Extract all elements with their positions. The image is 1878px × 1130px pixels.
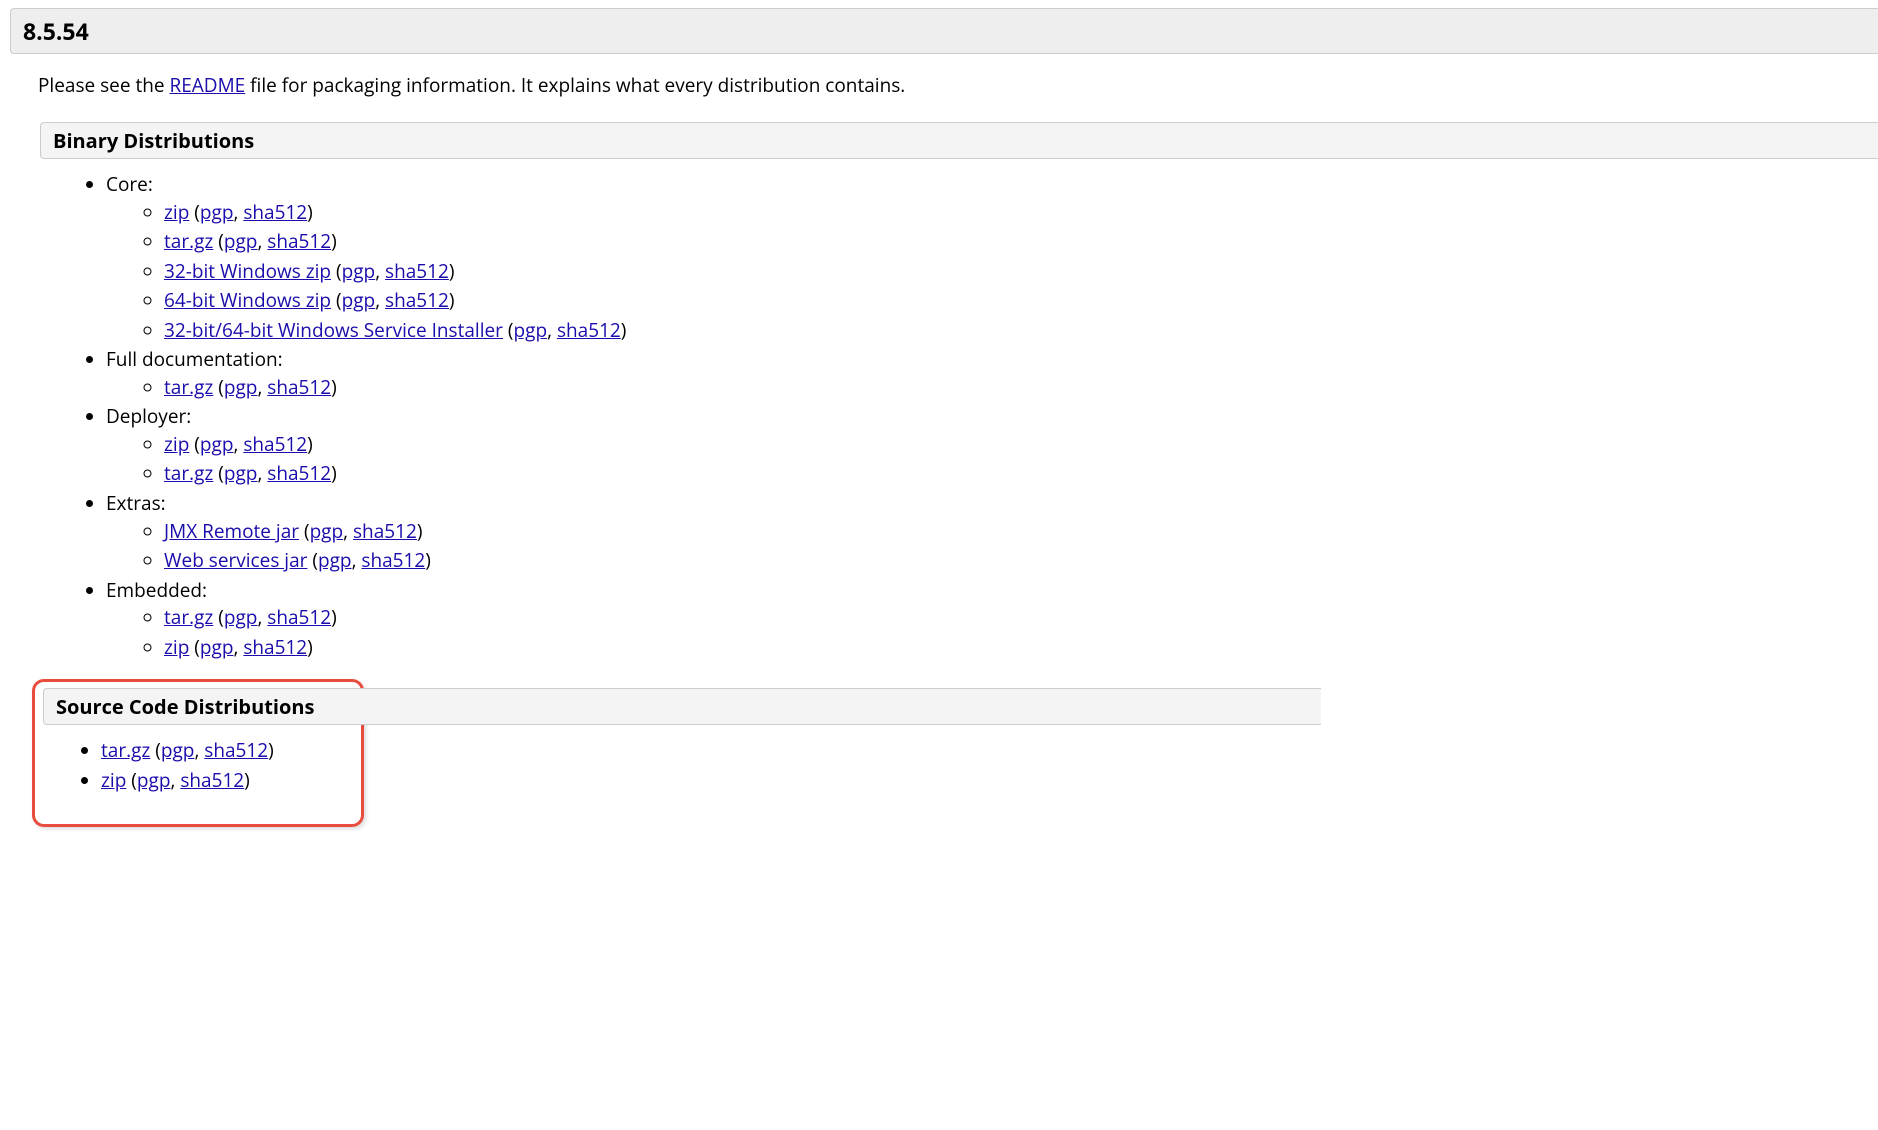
core-targz-sha512-link[interactable]: sha512 <box>267 228 331 254</box>
full-doc-targz-item: tar.gz (pgp, sha512) <box>164 374 1878 402</box>
full-doc-targz-pgp-link[interactable]: pgp <box>224 374 258 400</box>
full-doc-item: Full documentation: tar.gz (pgp, sha512) <box>106 346 1878 401</box>
embedded-zip-pgp-link[interactable]: pgp <box>200 634 234 660</box>
core-win64zip-item: 64-bit Windows zip (pgp, sha512) <box>164 287 1878 315</box>
core-label: Core: <box>106 171 153 197</box>
extras-item: Extras: JMX Remote jar (pgp, sha512) Web… <box>106 490 1878 575</box>
src-targz-link[interactable]: tar.gz <box>101 737 150 763</box>
extras-label: Extras: <box>106 490 166 516</box>
extras-ws-link[interactable]: Web services jar <box>164 547 307 573</box>
src-zip-pgp-link[interactable]: pgp <box>137 767 171 793</box>
source-highlight-box: Source Code Distributions tar.gz (pgp, s… <box>32 679 364 827</box>
core-win-installer-sha512-link[interactable]: sha512 <box>557 317 621 343</box>
full-doc-targz-sha512-link[interactable]: sha512 <box>267 374 331 400</box>
page-container: 8.5.54 Please see the README file for pa… <box>0 8 1878 827</box>
extras-jmx-sha512-link[interactable]: sha512 <box>353 518 417 544</box>
embedded-zip-item: zip (pgp, sha512) <box>164 634 1878 662</box>
core-zip-sha512-link[interactable]: sha512 <box>243 199 307 225</box>
deployer-item: Deployer: zip (pgp, sha512) tar.gz (pgp,… <box>106 403 1878 488</box>
version-title: 8.5.54 <box>23 15 89 47</box>
source-distributions-title: Source Code Distributions <box>56 693 315 720</box>
core-targz-pgp-link[interactable]: pgp <box>224 228 258 254</box>
deployer-zip-sha512-link[interactable]: sha512 <box>243 431 307 457</box>
embedded-targz-item: tar.gz (pgp, sha512) <box>164 604 1878 632</box>
core-win-installer-item: 32-bit/64-bit Windows Service Installer … <box>164 317 1878 345</box>
extras-jmx-link[interactable]: JMX Remote jar <box>164 518 299 544</box>
src-zip-link[interactable]: zip <box>101 767 126 793</box>
core-zip-pgp-link[interactable]: pgp <box>200 199 234 225</box>
readme-link[interactable]: README <box>169 72 245 98</box>
core-win64zip-pgp-link[interactable]: pgp <box>342 287 376 313</box>
binary-distributions-list: Core: zip (pgp, sha512) tar.gz (pgp, sha… <box>60 171 1878 661</box>
embedded-zip-sha512-link[interactable]: sha512 <box>243 634 307 660</box>
core-item: Core: zip (pgp, sha512) tar.gz (pgp, sha… <box>106 171 1878 344</box>
src-targz-sha512-link[interactable]: sha512 <box>204 737 268 763</box>
embedded-targz-link[interactable]: tar.gz <box>164 604 213 630</box>
src-zip-item: zip (pgp, sha512) <box>101 767 361 795</box>
full-doc-label: Full documentation: <box>106 346 283 372</box>
embedded-targz-pgp-link[interactable]: pgp <box>224 604 258 630</box>
core-win32zip-sha512-link[interactable]: sha512 <box>385 258 449 284</box>
deployer-zip-pgp-link[interactable]: pgp <box>200 431 234 457</box>
embedded-sublist: tar.gz (pgp, sha512) zip (pgp, sha512) <box>106 604 1878 661</box>
extras-ws-pgp-link[interactable]: pgp <box>318 547 352 573</box>
intro-paragraph: Please see the README file for packaging… <box>10 72 1878 98</box>
deployer-targz-link[interactable]: tar.gz <box>164 460 213 486</box>
deployer-zip-link[interactable]: zip <box>164 431 189 457</box>
core-win32zip-item: 32-bit Windows zip (pgp, sha512) <box>164 258 1878 286</box>
src-zip-sha512-link[interactable]: sha512 <box>180 767 244 793</box>
intro-pre: Please see the <box>38 72 169 98</box>
core-zip-link[interactable]: zip <box>164 199 189 225</box>
binary-distributions-title: Binary Distributions <box>53 127 254 154</box>
intro-post: file for packaging information. It expla… <box>245 72 905 98</box>
core-zip-item: zip (pgp, sha512) <box>164 199 1878 227</box>
src-targz-pgp-link[interactable]: pgp <box>161 737 195 763</box>
deployer-zip-item: zip (pgp, sha512) <box>164 431 1878 459</box>
full-doc-sublist: tar.gz (pgp, sha512) <box>106 374 1878 402</box>
embedded-zip-link[interactable]: zip <box>164 634 189 660</box>
core-win32zip-link[interactable]: 32-bit Windows zip <box>164 258 331 284</box>
src-targz-item: tar.gz (pgp, sha512) <box>101 737 361 765</box>
embedded-item: Embedded: tar.gz (pgp, sha512) zip (pgp,… <box>106 577 1878 662</box>
core-win-installer-link[interactable]: 32-bit/64-bit Windows Service Installer <box>164 317 503 343</box>
extras-jmx-pgp-link[interactable]: pgp <box>310 518 344 544</box>
full-doc-targz-link[interactable]: tar.gz <box>164 374 213 400</box>
deployer-targz-item: tar.gz (pgp, sha512) <box>164 460 1878 488</box>
embedded-targz-sha512-link[interactable]: sha512 <box>267 604 331 630</box>
core-win64zip-link[interactable]: 64-bit Windows zip <box>164 287 331 313</box>
version-header: 8.5.54 <box>10 8 1878 54</box>
deployer-targz-sha512-link[interactable]: sha512 <box>267 460 331 486</box>
extras-ws-item: Web services jar (pgp, sha512) <box>164 547 1878 575</box>
deployer-label: Deployer: <box>106 403 191 429</box>
core-win64zip-sha512-link[interactable]: sha512 <box>385 287 449 313</box>
extras-ws-sha512-link[interactable]: sha512 <box>361 547 425 573</box>
core-targz-item: tar.gz (pgp, sha512) <box>164 228 1878 256</box>
core-win32zip-pgp-link[interactable]: pgp <box>342 258 376 284</box>
source-distributions-list: tar.gz (pgp, sha512) zip (pgp, sha512) <box>55 737 361 794</box>
binary-distributions-header: Binary Distributions <box>40 122 1878 159</box>
deployer-sublist: zip (pgp, sha512) tar.gz (pgp, sha512) <box>106 431 1878 488</box>
extras-jmx-item: JMX Remote jar (pgp, sha512) <box>164 518 1878 546</box>
source-distributions-header: Source Code Distributions <box>43 688 1321 725</box>
core-win-installer-pgp-link[interactable]: pgp <box>514 317 548 343</box>
extras-sublist: JMX Remote jar (pgp, sha512) Web service… <box>106 518 1878 575</box>
core-sublist: zip (pgp, sha512) tar.gz (pgp, sha512) 3… <box>106 199 1878 345</box>
embedded-label: Embedded: <box>106 577 207 603</box>
deployer-targz-pgp-link[interactable]: pgp <box>224 460 258 486</box>
core-targz-link[interactable]: tar.gz <box>164 228 213 254</box>
